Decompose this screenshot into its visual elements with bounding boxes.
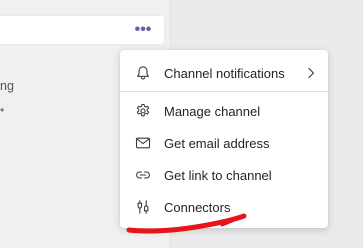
red-underline-annotation	[126, 213, 247, 234]
channel-item-label: ng	[0, 79, 14, 93]
gear-icon	[134, 102, 152, 120]
mail-icon	[134, 134, 152, 152]
channel-context-menu: Channel notifications Manage channel Get…	[120, 50, 328, 228]
bell-icon	[134, 64, 152, 82]
link-icon	[134, 166, 152, 184]
channel-item-bullet: •	[0, 103, 5, 117]
menu-item-label: Get link to channel	[164, 167, 272, 183]
menu-item-label: Manage channel	[164, 103, 261, 119]
menu-divider	[120, 91, 328, 92]
more-options-button[interactable]: •••	[132, 20, 154, 40]
menu-item-get-link-to-channel[interactable]: Get link to channel	[120, 160, 328, 190]
menu-item-get-email-address[interactable]: Get email address	[120, 128, 328, 158]
chevron-right-icon	[306, 67, 316, 79]
menu-item-channel-notifications[interactable]: Channel notifications	[120, 58, 328, 88]
menu-item-label: Get email address	[164, 135, 270, 151]
menu-item-label: Channel notifications	[164, 65, 285, 81]
menu-item-manage-channel[interactable]: Manage channel	[120, 96, 328, 126]
